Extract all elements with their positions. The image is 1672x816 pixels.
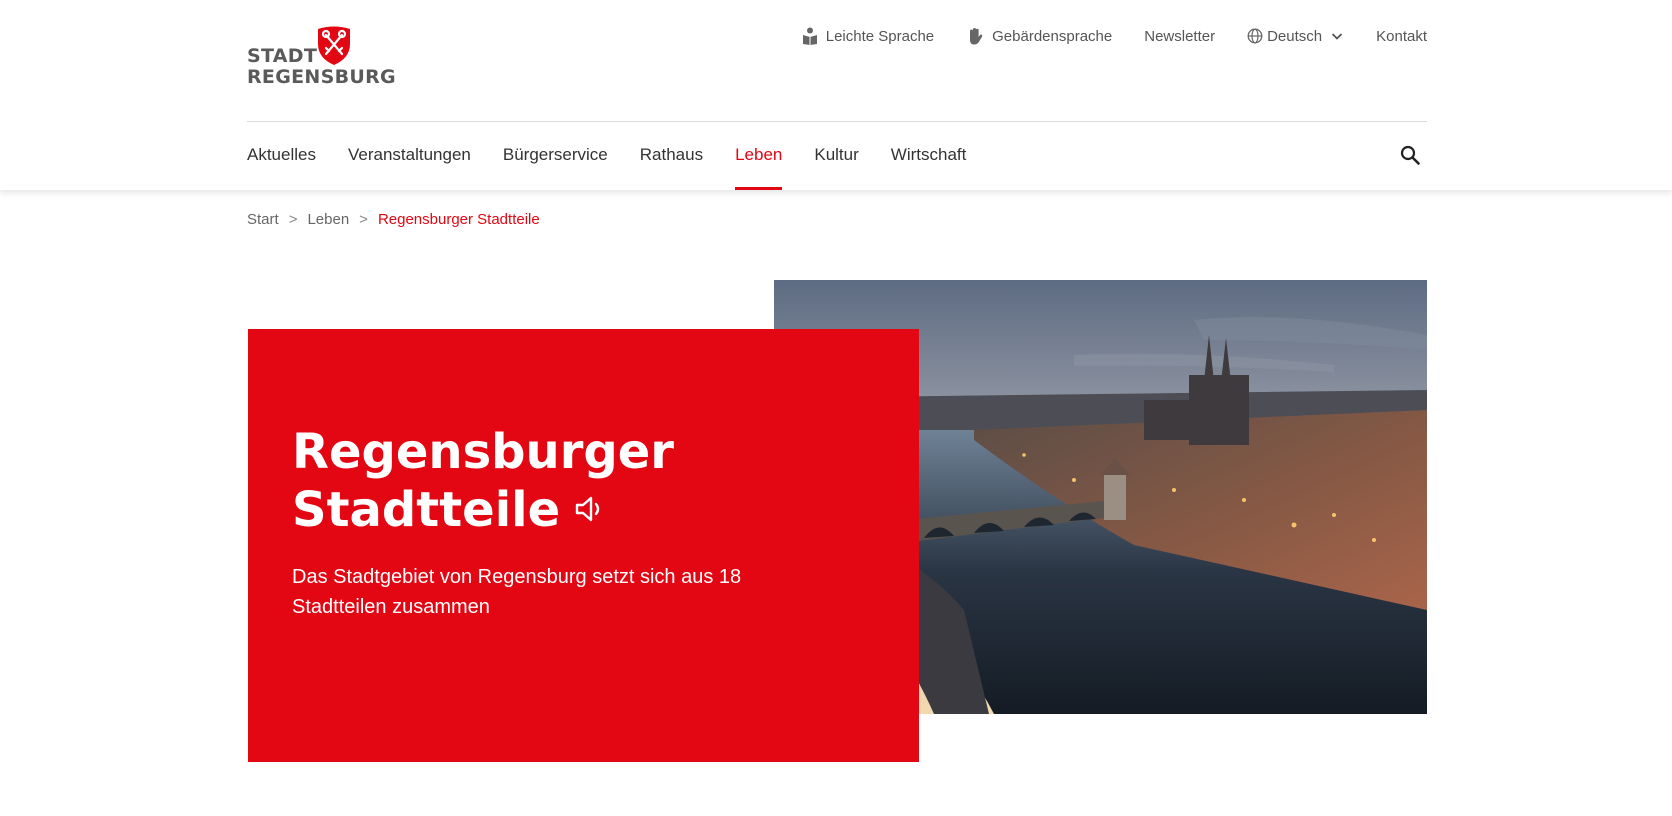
language-selector-label: Deutsch: [1267, 27, 1323, 45]
nav-item-aktuelles[interactable]: Aktuelles: [247, 136, 316, 190]
language-selector[interactable]: Deutsch: [1247, 28, 1344, 45]
nav-item-kultur[interactable]: Kultur: [814, 136, 858, 190]
reading-book-icon: [802, 27, 817, 45]
utility-link-label: Newsletter: [1144, 27, 1216, 45]
chevron-down-icon: [1331, 33, 1343, 40]
breadcrumb-current: Regensburger Stadtteile: [377, 211, 540, 228]
utility-link-gebaerdensprache[interactable]: Gebärdensprache: [966, 27, 1112, 45]
hero-card: Regensburger Stadtteile Das Stadtgebiet …: [248, 329, 919, 762]
city-crest-icon: [318, 26, 350, 65]
globe-icon: [1247, 28, 1263, 44]
breadcrumb-separator: >: [359, 211, 368, 228]
utility-link-newsletter[interactable]: Newsletter: [1144, 28, 1215, 45]
site-header: STADT REGENSBURG Leichte Sprache Gebärde…: [0, 0, 1672, 190]
breadcrumb-separator: >: [288, 211, 298, 228]
logo-line-regensburg: REGENSBURG: [247, 66, 396, 88]
utility-link-label: Kontakt: [1376, 27, 1427, 45]
nav-item-veranstaltungen[interactable]: Veranstaltungen: [348, 136, 471, 190]
header-divider: [247, 121, 1427, 122]
nav-item-leben[interactable]: Leben: [735, 136, 783, 190]
breadcrumb-leben[interactable]: Leben: [307, 211, 349, 228]
page: STADT REGENSBURG Leichte Sprache Gebärde…: [0, 0, 1672, 816]
nav-item-buergerservice[interactable]: Bürgerservice: [503, 136, 608, 190]
utility-link-kontakt[interactable]: Kontakt: [1376, 28, 1427, 45]
hero-description: Das Stadtgebiet von Regensburg setzt sic…: [292, 566, 742, 618]
speaker-icon[interactable]: [574, 494, 606, 524]
main-nav: Aktuelles Veranstaltungen Bürgerservice …: [247, 136, 966, 190]
sign-language-hand-icon: [970, 28, 983, 45]
utility-nav: Leichte Sprache Gebärdensprache Newslett…: [802, 24, 1427, 48]
nav-item-wirtschaft[interactable]: Wirtschaft: [891, 136, 967, 190]
utility-link-label: Leichte Sprache: [825, 27, 935, 45]
page-title: Regensburger Stadtteile: [292, 423, 852, 539]
page-title-line-2: Stadtteile: [292, 481, 852, 539]
city-logo[interactable]: STADT REGENSBURG: [247, 22, 396, 92]
nav-item-rathaus[interactable]: Rathaus: [640, 136, 703, 190]
page-title-line-1: Regensburger: [292, 424, 674, 481]
page-title-line-2-text: Stadtteile: [292, 482, 561, 539]
breadcrumb: Start > Leben > Regensburger Stadtteile: [247, 211, 540, 228]
breadcrumb-start[interactable]: Start: [247, 211, 279, 228]
utility-link-leichte-sprache[interactable]: Leichte Sprache: [802, 27, 934, 45]
search-icon[interactable]: [1399, 144, 1421, 166]
utility-link-label: Gebärdensprache: [992, 27, 1113, 45]
